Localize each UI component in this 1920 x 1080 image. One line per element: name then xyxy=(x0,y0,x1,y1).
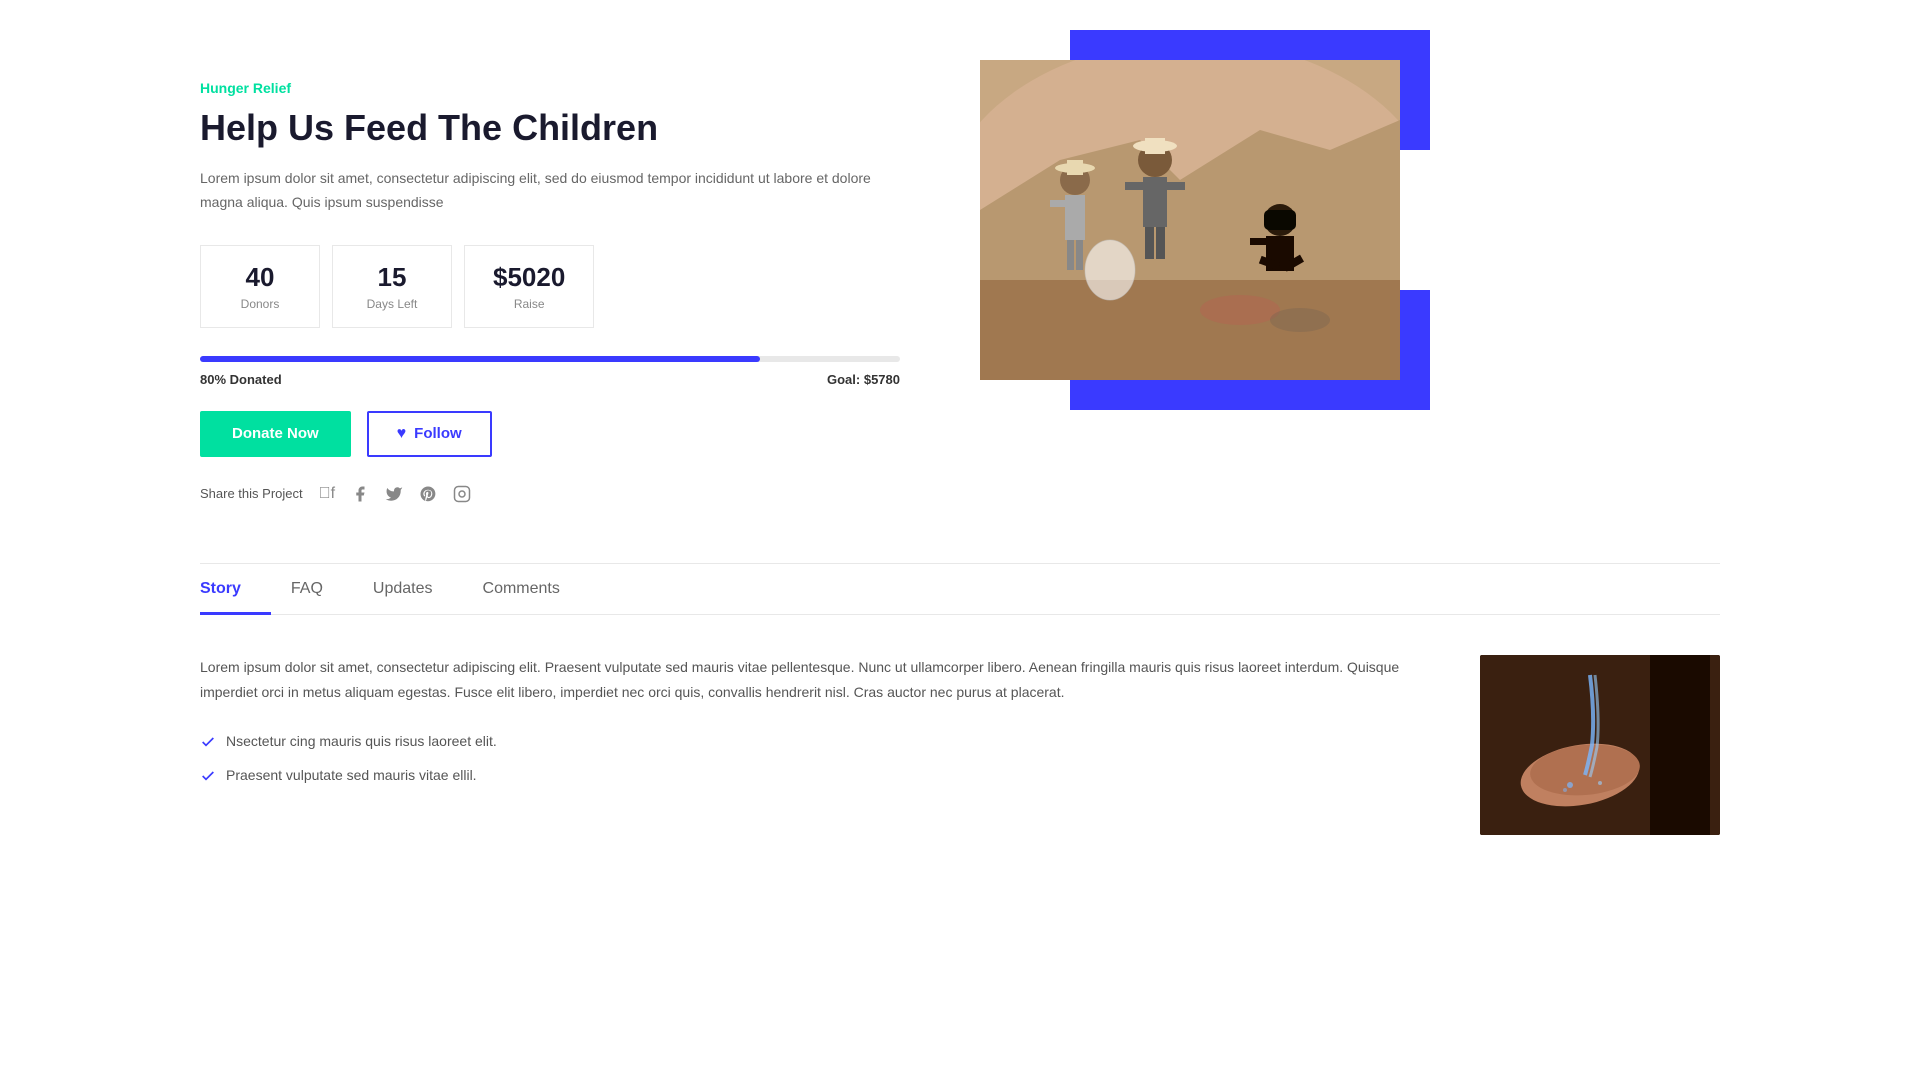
progress-bar-bg xyxy=(200,356,900,362)
story-image-aside xyxy=(1480,655,1720,835)
story-photo-inner xyxy=(1480,655,1720,835)
tabs-section: Story FAQ Updates Comments Lorem ipsum d… xyxy=(200,563,1720,875)
checklist-text-1: Nsectetur cing mauris quis risus laoreet… xyxy=(226,733,497,749)
raise-label: Raise xyxy=(493,297,565,311)
days-left-label: Days Left xyxy=(361,297,423,311)
story-paragraph: Lorem ipsum dolor sit amet, consectetur … xyxy=(200,655,1420,705)
twitter-icon[interactable] xyxy=(385,485,403,503)
days-left-number: 15 xyxy=(361,262,423,293)
checklist-text-2: Praesent vulputate sed mauris vitae elli… xyxy=(226,767,477,783)
share-label: Share this Project xyxy=(200,486,303,501)
instagram-icon[interactable] xyxy=(453,485,471,503)
checklist-item-1: Nsectetur cing mauris quis risus laoreet… xyxy=(200,733,1420,755)
page-wrapper: Hunger Relief Help Us Feed The Children … xyxy=(0,0,1920,875)
facebook-icon[interactable]: f xyxy=(319,485,335,503)
donors-number: 40 xyxy=(229,262,291,293)
stat-raise: $5020 Raise xyxy=(464,245,594,328)
tab-faq[interactable]: FAQ xyxy=(291,564,353,614)
tabs-row: Story FAQ Updates Comments xyxy=(200,564,1720,615)
progress-bar-fill xyxy=(200,356,760,362)
tab-updates[interactable]: Updates xyxy=(373,564,463,614)
donors-label: Donors xyxy=(229,297,291,311)
progress-labels: 80% Donated Goal: $5780 xyxy=(200,372,900,387)
hands-illustration xyxy=(1480,655,1720,835)
left-content: Hunger Relief Help Us Feed The Children … xyxy=(200,60,900,503)
donate-button[interactable]: Donate Now xyxy=(200,411,351,457)
stat-days-left: 15 Days Left xyxy=(332,245,452,328)
check-icon-2 xyxy=(200,768,216,789)
checklist-item-2: Praesent vulputate sed mauris vitae elli… xyxy=(200,767,1420,789)
tab-comments[interactable]: Comments xyxy=(483,564,590,614)
top-section: Hunger Relief Help Us Feed The Children … xyxy=(200,60,1720,503)
heart-icon: ♥ xyxy=(397,425,407,443)
check-list: Nsectetur cing mauris quis risus laoreet… xyxy=(200,733,1420,789)
description-text: Lorem ipsum dolor sit amet, consectetur … xyxy=(200,167,900,215)
children-illustration xyxy=(980,60,1400,380)
tab-story[interactable]: Story xyxy=(200,564,271,614)
stats-row: 40 Donors 15 Days Left $5020 Raise xyxy=(200,245,900,328)
share-section: Share this Project f xyxy=(200,485,900,503)
raise-number: $5020 xyxy=(493,262,565,293)
stat-donors: 40 Donors xyxy=(200,245,320,328)
donated-label: 80% Donated xyxy=(200,372,282,387)
photo-placeholder xyxy=(980,60,1400,380)
campaign-image-section xyxy=(980,60,1400,380)
story-text: Lorem ipsum dolor sit amet, consectetur … xyxy=(200,655,1420,835)
main-title: Help Us Feed The Children xyxy=(200,106,900,149)
facebook-icon[interactable] xyxy=(351,485,369,503)
progress-section: 80% Donated Goal: $5780 xyxy=(200,356,900,387)
follow-button[interactable]: ♥ Follow xyxy=(367,411,492,457)
category-label: Hunger Relief xyxy=(200,80,900,96)
campaign-photo xyxy=(980,60,1400,380)
story-photo xyxy=(1480,655,1720,835)
buttons-row: Donate Now ♥ Follow xyxy=(200,411,900,457)
check-icon-1 xyxy=(200,734,216,755)
follow-label: Follow xyxy=(414,425,462,442)
goal-label: Goal: $5780 xyxy=(827,372,900,387)
story-section: Lorem ipsum dolor sit amet, consectetur … xyxy=(200,655,1720,875)
pinterest-icon[interactable] xyxy=(419,485,437,503)
